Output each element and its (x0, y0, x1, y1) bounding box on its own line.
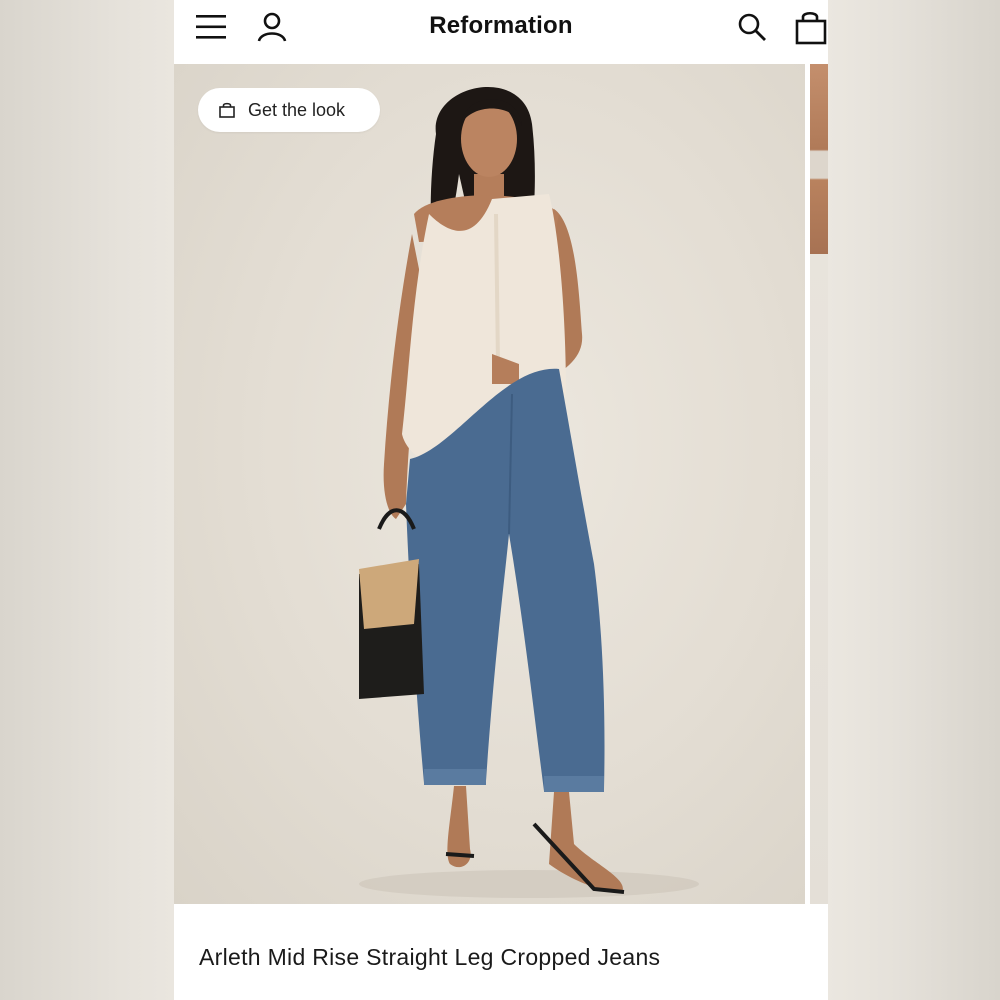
background-right-margin (828, 0, 1000, 1000)
get-the-look-label: Get the look (248, 99, 346, 120)
get-the-look-button[interactable]: Get the look (198, 88, 380, 132)
shopping-bag-icon (218, 101, 236, 119)
product-title[interactable]: Arleth Mid Rise Straight Leg Cropped Jea… (199, 944, 660, 971)
search-icon[interactable] (734, 9, 770, 45)
phone-screen: Reformation Get the look Arleth Mid Rise… (174, 0, 828, 1000)
top-navigation-bar: Reformation (174, 0, 828, 62)
background-left-margin (0, 0, 174, 1000)
next-image-detail (810, 64, 828, 254)
product-hero-image[interactable]: Get the look (174, 64, 805, 904)
shopping-bag-icon[interactable] (792, 8, 828, 46)
model-photo (359, 86, 699, 898)
brand-logo[interactable]: Reformation (174, 12, 828, 40)
